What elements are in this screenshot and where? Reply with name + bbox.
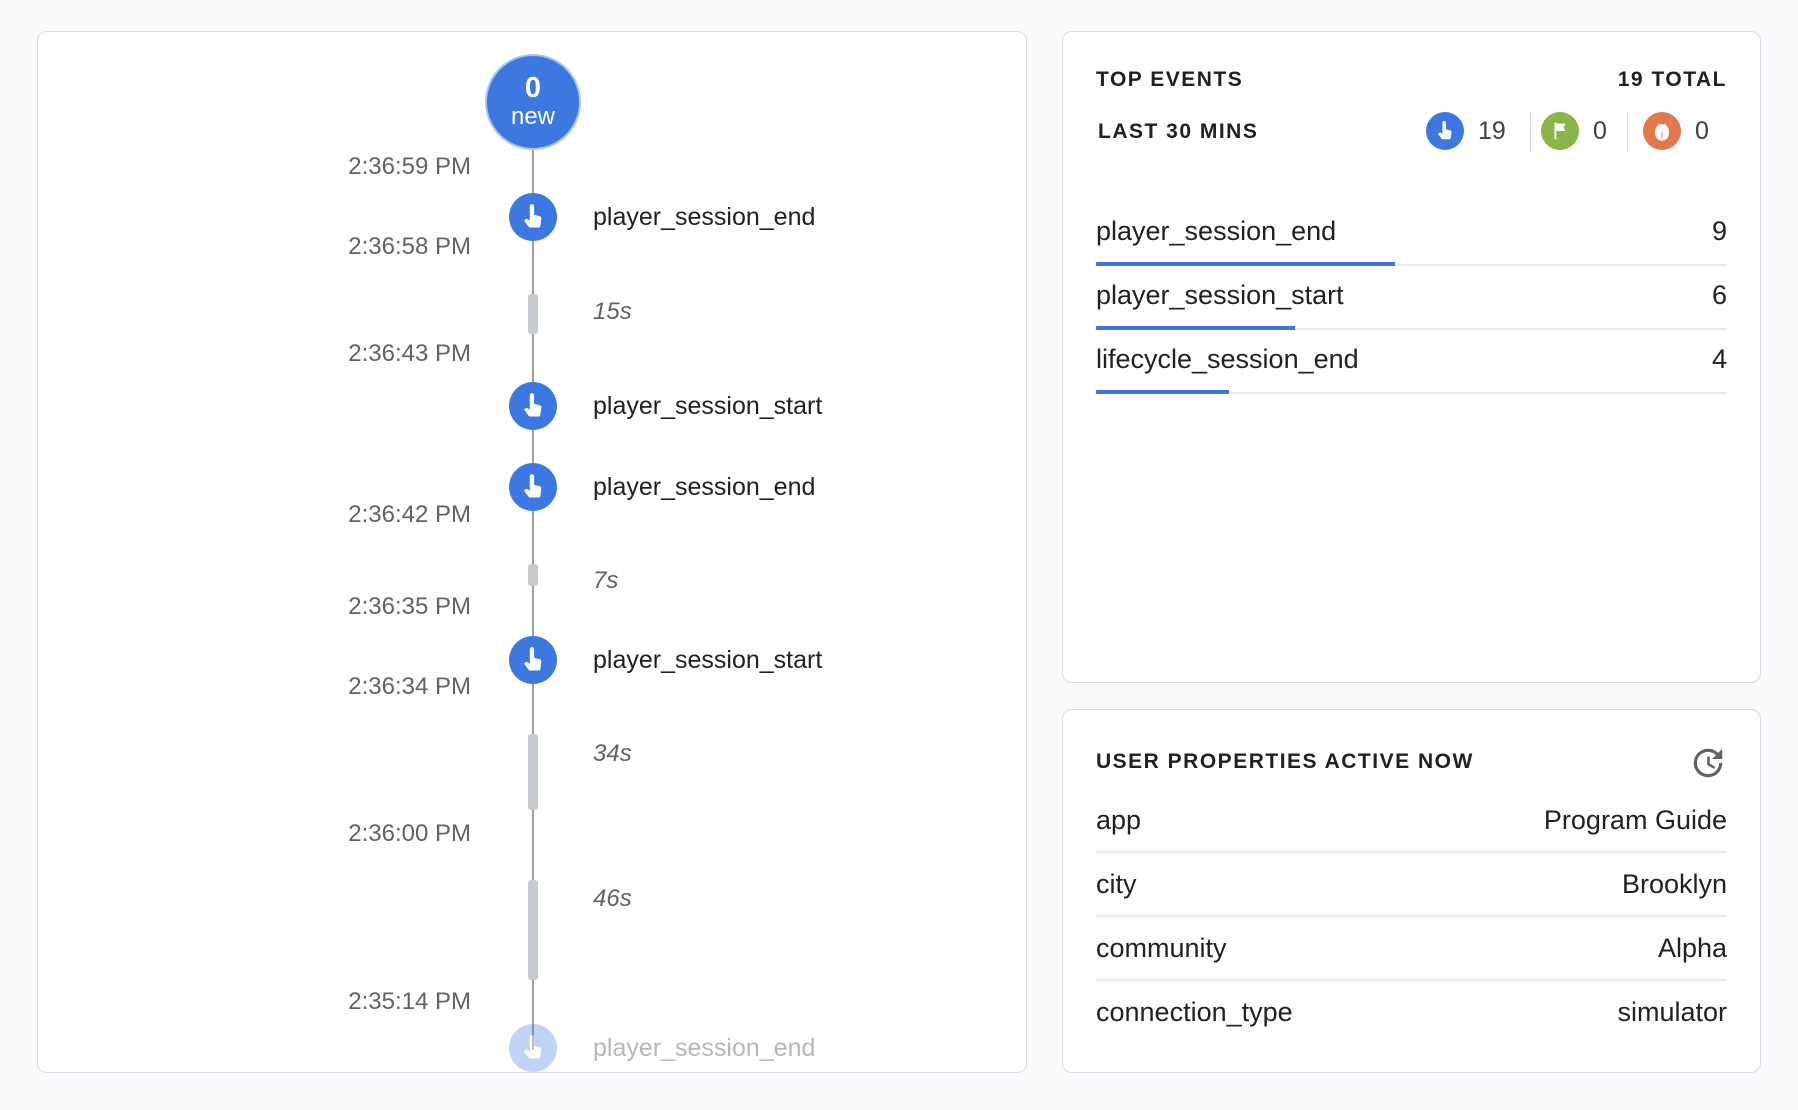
duration-label: 46s xyxy=(593,885,632,912)
top-event-row[interactable]: player_session_end 9 xyxy=(1096,202,1727,266)
new-events-count: 0 xyxy=(524,72,542,104)
gap-indicator xyxy=(528,734,538,810)
property-value: simulator xyxy=(1617,997,1727,1027)
flag-stat[interactable]: 0 xyxy=(1541,112,1607,150)
timestamp: 2:35:14 PM xyxy=(348,988,471,1015)
gap-indicator xyxy=(528,564,538,586)
user-properties-title: USER PROPERTIES ACTIVE NOW xyxy=(1096,750,1474,773)
new-events-label: new xyxy=(510,103,556,130)
timestamp: 2:36:42 PM xyxy=(348,501,471,528)
top-events-title: TOP EVENTS xyxy=(1096,68,1244,91)
flag-count: 0 xyxy=(1593,116,1607,145)
gap-indicator xyxy=(528,294,538,334)
event-name[interactable]: player_session_end xyxy=(593,202,815,232)
top-event-bar xyxy=(1096,390,1230,394)
gap-indicator xyxy=(528,880,538,980)
top-event-name: lifecycle_session_end xyxy=(1096,344,1359,374)
event-marker[interactable] xyxy=(509,382,557,430)
timestamp: 2:36:35 PM xyxy=(348,593,471,620)
flag-icon xyxy=(1541,112,1579,150)
timestamp: 2:36:58 PM xyxy=(348,233,471,260)
property-row: app Program Guide xyxy=(1096,789,1727,853)
property-key: connection_type xyxy=(1096,997,1293,1027)
property-value: Brooklyn xyxy=(1621,869,1727,899)
touch-icon xyxy=(524,393,542,417)
duration-label: 34s xyxy=(593,740,632,767)
event-timeline-panel: 0 new 2:36:59 PM 2:36:58 PM 2:36:43 PM 2… xyxy=(37,31,1027,1073)
event-name[interactable]: player_session_end xyxy=(593,472,815,502)
touch-icon xyxy=(1426,112,1464,150)
history-icon[interactable] xyxy=(1689,744,1727,782)
top-event-row[interactable]: player_session_start 6 xyxy=(1096,266,1727,330)
interaction-stat[interactable]: 19 xyxy=(1426,112,1506,150)
error-stat[interactable]: 0 xyxy=(1643,112,1709,150)
property-row: city Brooklyn xyxy=(1096,853,1727,917)
event-marker[interactable] xyxy=(509,193,557,241)
error-count: 0 xyxy=(1695,116,1709,145)
touch-icon xyxy=(524,647,542,671)
event-name[interactable]: player_session_end xyxy=(593,1033,815,1063)
event-marker[interactable] xyxy=(509,1024,557,1072)
stat-divider xyxy=(1530,112,1531,152)
timestamp: 2:36:43 PM xyxy=(348,340,471,367)
total-count-label: 19 TOTAL xyxy=(1617,68,1727,91)
top-event-count: 6 xyxy=(1711,280,1727,310)
user-properties-panel: USER PROPERTIES ACTIVE NOW app Program G… xyxy=(1062,709,1761,1073)
event-marker[interactable] xyxy=(509,636,557,684)
touch-icon xyxy=(524,1035,542,1059)
interaction-count: 19 xyxy=(1478,116,1506,145)
property-row: community Alpha xyxy=(1096,917,1727,981)
top-events-panel: TOP EVENTS 19 TOTAL LAST 30 MINS 19 0 0 … xyxy=(1062,31,1761,683)
touch-icon xyxy=(524,204,542,228)
top-event-name: player_session_start xyxy=(1096,280,1344,310)
duration-label: 7s xyxy=(593,567,619,594)
event-marker[interactable] xyxy=(509,463,557,511)
timestamp: 2:36:00 PM xyxy=(348,820,471,847)
top-event-row[interactable]: lifecycle_session_end 4 xyxy=(1096,330,1727,394)
property-value: Alpha xyxy=(1657,933,1727,963)
stat-divider xyxy=(1627,112,1628,152)
touch-icon xyxy=(524,474,542,498)
new-events-badge[interactable]: 0 new xyxy=(485,54,581,150)
bug-icon xyxy=(1643,112,1681,150)
period-label: LAST 30 MINS xyxy=(1098,120,1259,143)
property-key: community xyxy=(1096,933,1227,963)
duration-label: 15s xyxy=(593,298,632,325)
timestamp: 2:36:59 PM xyxy=(348,153,471,180)
top-event-count: 4 xyxy=(1711,344,1727,374)
top-event-count: 9 xyxy=(1711,216,1727,246)
property-value: Program Guide xyxy=(1543,805,1727,835)
property-key: city xyxy=(1096,869,1137,899)
event-name[interactable]: player_session_start xyxy=(593,391,822,421)
property-row: connection_type simulator xyxy=(1096,981,1727,1045)
timestamp: 2:36:34 PM xyxy=(348,673,471,700)
property-key: app xyxy=(1096,805,1142,835)
top-event-name: player_session_end xyxy=(1096,216,1337,246)
event-name[interactable]: player_session_start xyxy=(593,645,822,675)
